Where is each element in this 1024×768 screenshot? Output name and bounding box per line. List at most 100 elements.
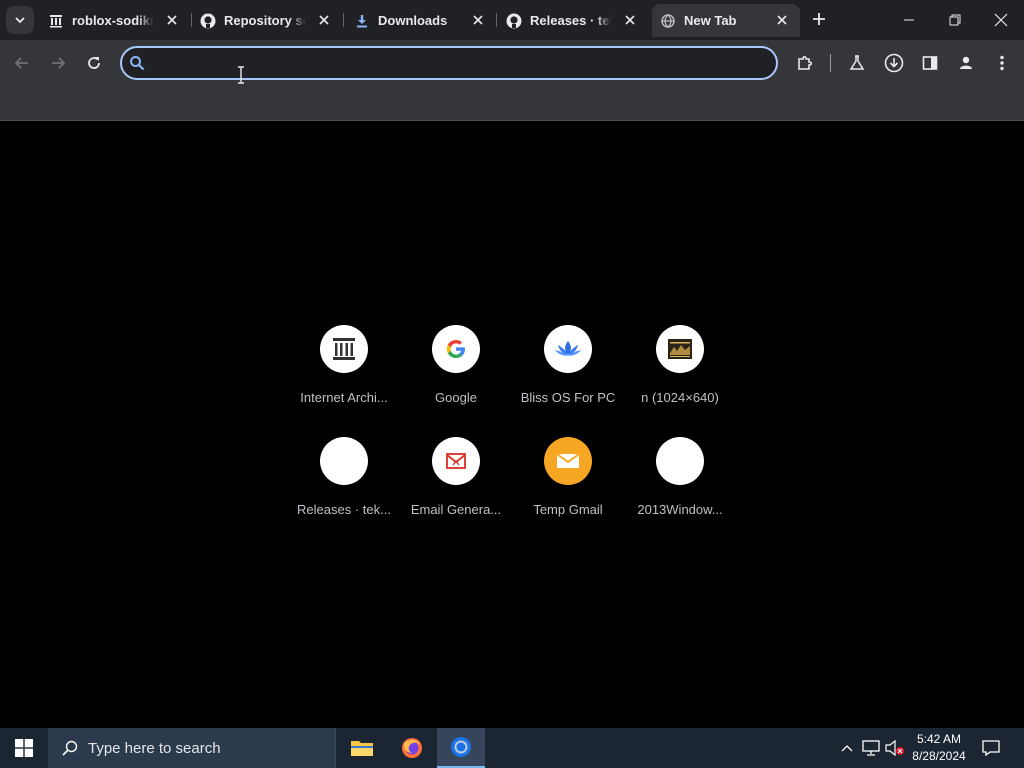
clock-date: 8/28/2024 bbox=[912, 749, 966, 763]
shortcut-label: Releases · tek... bbox=[297, 502, 391, 517]
start-button[interactable] bbox=[0, 728, 48, 768]
notification-icon bbox=[982, 740, 1000, 756]
download-icon bbox=[354, 13, 370, 29]
new-tab-page: Internet Archi... Google Bliss OS For PC… bbox=[0, 121, 1024, 728]
shortcut-tile[interactable]: Google bbox=[400, 309, 512, 421]
close-icon[interactable] bbox=[622, 12, 638, 28]
labs-button[interactable] bbox=[844, 50, 870, 76]
tab-search-button[interactable] bbox=[6, 6, 34, 34]
tab-downloads[interactable]: Downloads bbox=[346, 4, 496, 37]
shortcut-tile[interactable]: Releases · tek... bbox=[288, 421, 400, 533]
tab-title: Repository sea bbox=[224, 13, 306, 28]
close-icon[interactable] bbox=[164, 12, 180, 28]
file-explorer-button[interactable] bbox=[338, 728, 386, 768]
search-icon bbox=[128, 54, 146, 72]
shortcut-tile[interactable]: Email Genera... bbox=[400, 421, 512, 533]
chevron-down-icon bbox=[15, 17, 25, 24]
side-panel-button[interactable] bbox=[917, 50, 943, 76]
flask-icon bbox=[849, 55, 865, 70]
profile-button[interactable] bbox=[953, 50, 979, 76]
archive-icon bbox=[48, 13, 64, 29]
shortcut-tile[interactable]: 2013Window... bbox=[624, 421, 736, 533]
puzzle-icon bbox=[798, 55, 813, 70]
forward-button[interactable] bbox=[46, 51, 70, 75]
shortcut-tile[interactable]: n (1024×640) bbox=[624, 309, 736, 421]
shortcut-label: Email Genera... bbox=[410, 502, 502, 517]
side-panel-icon bbox=[922, 56, 938, 70]
network-icon bbox=[862, 740, 880, 756]
github-icon bbox=[200, 13, 216, 29]
globe-icon bbox=[660, 13, 676, 29]
minimize-button[interactable] bbox=[886, 0, 932, 40]
reload-button[interactable] bbox=[82, 51, 106, 75]
lotus-icon bbox=[544, 325, 592, 373]
volume-button[interactable] bbox=[885, 738, 905, 758]
archive-icon bbox=[320, 325, 368, 373]
close-icon[interactable] bbox=[470, 12, 486, 28]
download-circle-icon bbox=[884, 53, 904, 73]
toolbar-divider bbox=[830, 54, 831, 72]
windows-logo-icon bbox=[15, 739, 33, 757]
taskbar-search-box[interactable]: Type here to search bbox=[48, 728, 336, 768]
firefox-button[interactable] bbox=[388, 728, 436, 768]
clock-time: 5:42 AM bbox=[916, 732, 962, 746]
volume-muted-icon bbox=[885, 740, 904, 756]
shortcut-tile[interactable]: Bliss OS For PC bbox=[512, 309, 624, 421]
taskbar-clock[interactable]: 5:42 AM 8/28/2024 bbox=[906, 731, 972, 765]
search-icon bbox=[60, 738, 80, 758]
mail-generator-icon bbox=[432, 437, 480, 485]
firefox-icon bbox=[402, 738, 422, 758]
blank-icon bbox=[656, 437, 704, 485]
tab-divider bbox=[496, 13, 497, 27]
blank-icon bbox=[320, 437, 368, 485]
show-hidden-icons-button[interactable] bbox=[837, 738, 857, 758]
tab-new-tab[interactable]: New Tab bbox=[652, 4, 800, 37]
close-icon bbox=[994, 13, 1008, 27]
chrome-button[interactable] bbox=[437, 728, 485, 768]
shortcut-label: Temp Gmail bbox=[533, 502, 603, 517]
tab-strip: roblox-sodikm Repository sea Downloads R… bbox=[0, 0, 1024, 40]
envelope-icon bbox=[544, 437, 592, 485]
minimize-icon bbox=[904, 19, 914, 21]
tab-releases[interactable]: Releases · tekn bbox=[498, 4, 648, 37]
github-icon bbox=[506, 13, 522, 29]
google-icon bbox=[432, 325, 480, 373]
shortcut-label: Google bbox=[435, 390, 477, 405]
close-window-button[interactable] bbox=[978, 0, 1024, 40]
restore-button[interactable] bbox=[932, 0, 978, 40]
notifications-button[interactable] bbox=[981, 738, 1001, 758]
tab-roblox[interactable]: roblox-sodikm bbox=[40, 4, 190, 37]
text-cursor-icon bbox=[236, 66, 246, 84]
network-button[interactable] bbox=[861, 738, 881, 758]
windows-taskbar: Type here to search 5:42 AM 8/28/2024 bbox=[0, 728, 1024, 768]
search-placeholder: Type here to search bbox=[88, 739, 221, 757]
arrow-right-icon bbox=[52, 57, 66, 69]
downloads-button[interactable] bbox=[881, 50, 907, 76]
more-vert-icon bbox=[1000, 55, 1004, 71]
shortcut-label: 2013Window... bbox=[637, 502, 723, 517]
new-tab-button[interactable] bbox=[808, 8, 830, 30]
shortcut-label: Bliss OS For PC bbox=[520, 390, 616, 405]
arrow-left-icon bbox=[14, 57, 28, 69]
person-icon bbox=[960, 56, 972, 69]
close-icon[interactable] bbox=[774, 12, 790, 28]
back-button[interactable] bbox=[10, 51, 34, 75]
tab-repository-search[interactable]: Repository sea bbox=[192, 4, 342, 37]
chevron-up-icon bbox=[841, 745, 853, 752]
folder-icon bbox=[351, 741, 373, 756]
menu-button[interactable] bbox=[989, 50, 1015, 76]
bookmarks-bar bbox=[0, 86, 1024, 121]
tab-title: Releases · tekn bbox=[530, 13, 612, 28]
shortcut-label: Internet Archi... bbox=[300, 390, 388, 405]
shortcut-tile[interactable]: Internet Archi... bbox=[288, 309, 400, 421]
tab-title: roblox-sodikm bbox=[72, 13, 154, 28]
extensions-button[interactable] bbox=[792, 50, 818, 76]
shortcut-label: n (1024×640) bbox=[641, 390, 719, 405]
restore-icon bbox=[949, 14, 961, 26]
address-bar[interactable] bbox=[120, 46, 778, 80]
browser-toolbar bbox=[0, 40, 1024, 86]
close-icon[interactable] bbox=[316, 12, 332, 28]
image-thumbnail-icon bbox=[656, 325, 704, 373]
address-input[interactable] bbox=[154, 49, 776, 77]
shortcut-tile[interactable]: Temp Gmail bbox=[512, 421, 624, 533]
